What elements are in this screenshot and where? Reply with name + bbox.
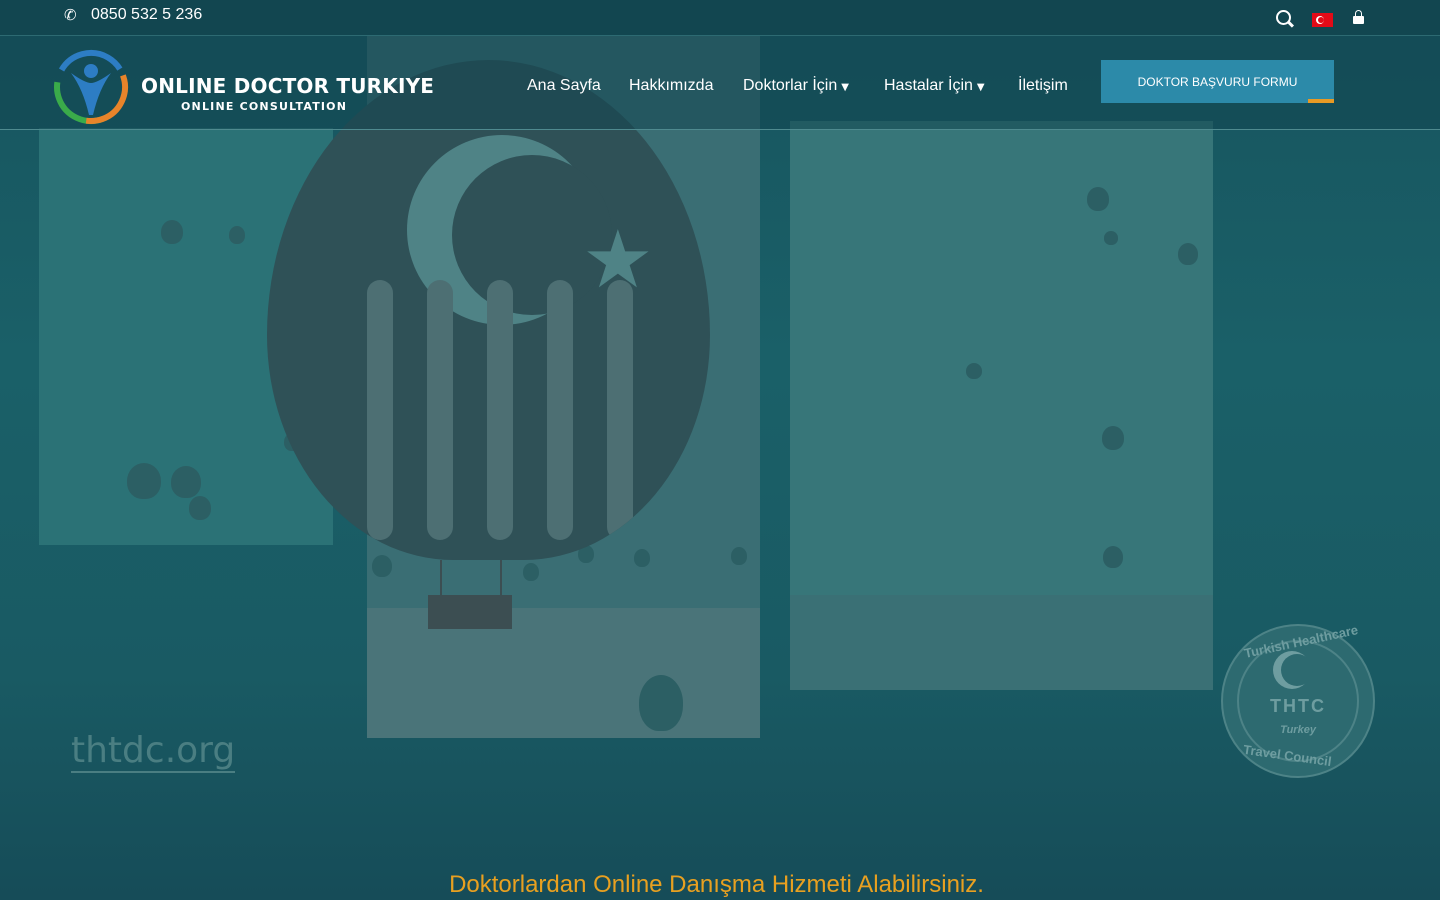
button-accent [1308, 99, 1334, 103]
balloon-icon [634, 549, 650, 567]
hero-ground [790, 595, 1213, 690]
top-bar: ✆ 0850 532 5 236 [0, 0, 1440, 36]
hero-image-right [790, 121, 1213, 690]
balloon-icon [1102, 426, 1124, 450]
caret-down-icon: ▼ [841, 82, 849, 93]
caret-down-icon: ▼ [976, 82, 985, 93]
balloon-icon [229, 226, 245, 244]
nav-for-doctors[interactable]: Doktorlar İçin ▼ [743, 77, 849, 95]
balloon-icon [161, 220, 183, 244]
balloon-icon [731, 547, 747, 565]
badge-script-text: Turkey [1280, 724, 1316, 736]
nav-contact[interactable]: İletişim [1018, 77, 1068, 95]
nav-for-patients[interactable]: Hastalar İçin ▼ [884, 77, 985, 95]
nav-about[interactable]: Hakkımızda [629, 77, 713, 95]
badge-center-text: THTC [1270, 696, 1326, 716]
logo-title[interactable]: ONLINE DOCTOR TURKIYE [141, 74, 434, 98]
balloon-icon [171, 466, 201, 498]
hero-ground [367, 608, 760, 738]
balloon-icon [1087, 187, 1109, 211]
lock-icon[interactable] [1353, 10, 1364, 24]
balloon-icon [966, 363, 982, 379]
nav-home[interactable]: Ana Sayfa [527, 77, 601, 95]
watermark-text: thtdc.org [71, 730, 236, 773]
balloon-icon [189, 496, 211, 520]
balloon-icon [127, 463, 161, 499]
balloon-icon [1178, 243, 1198, 265]
logo-subtitle: ONLINE CONSULTATION [181, 100, 348, 113]
balloon-icon [372, 555, 392, 577]
balloon-icon [639, 675, 683, 731]
doctor-application-button[interactable]: DOKTOR BAŞVURU FORMU [1101, 60, 1334, 103]
turkish-flag-icon[interactable] [1312, 13, 1333, 27]
hero-tagline: Doktorlardan Online Danışma Hizmeti Alab… [449, 871, 984, 898]
balloon-icon [523, 563, 539, 581]
balloon-icon [1104, 231, 1118, 245]
thtc-badge: Turkish Healthcare THTC Turkey Travel Co… [1221, 622, 1375, 778]
main-header: ONLINE DOCTOR TURKIYE ONLINE CONSULTATIO… [0, 36, 1440, 130]
phone-link[interactable]: 0850 532 5 236 [91, 6, 202, 24]
phone-icon: ✆ [64, 6, 77, 24]
logo-icon[interactable] [53, 49, 129, 125]
balloon-icon [1103, 546, 1123, 568]
search-icon[interactable] [1276, 10, 1291, 25]
balloon-basket [428, 595, 512, 629]
